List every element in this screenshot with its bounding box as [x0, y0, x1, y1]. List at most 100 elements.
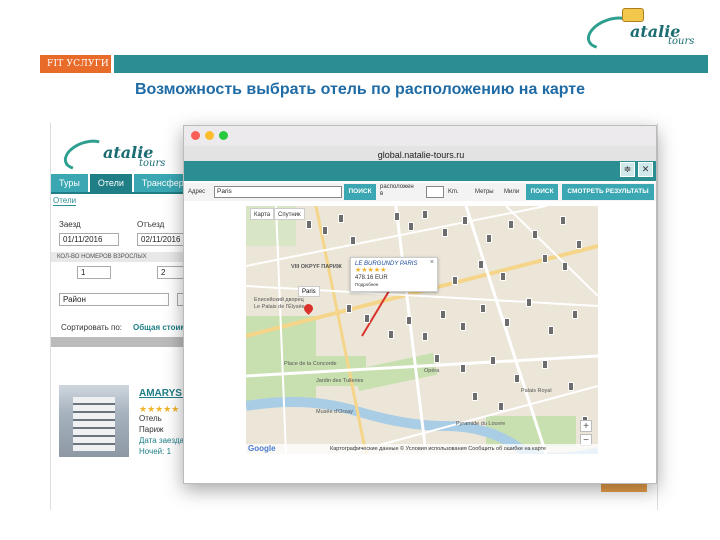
hotel-marker-icon[interactable]	[562, 262, 568, 271]
hotel-info-popup[interactable]: × LE BURGUNDY PARIS ★★★★★ 478.16 EUR Под…	[350, 257, 438, 292]
hotel-marker-icon[interactable]	[508, 220, 514, 229]
hotel-marker-icon[interactable]	[388, 330, 394, 339]
hotel-marker-icon[interactable]	[350, 236, 356, 245]
zoom-in-button[interactable]: +	[580, 420, 592, 432]
hotel-marker-icon[interactable]	[504, 318, 510, 327]
hotel-marker-icon[interactable]	[406, 316, 412, 325]
hotel-marker-icon[interactable]	[572, 310, 578, 319]
hotel-marker-icon[interactable]	[452, 276, 458, 285]
hotel-marker-icon[interactable]	[460, 322, 466, 331]
hotel-marker-icon[interactable]	[422, 332, 428, 341]
checkin-label: Заезд	[59, 220, 81, 229]
slide: atalie tours FIT УСЛУГИ Возможность выбр…	[0, 0, 720, 540]
hotel-marker-icon[interactable]	[500, 272, 506, 281]
maximize-dot-icon[interactable]	[219, 131, 228, 140]
popup-price: 478.16 EUR	[355, 275, 388, 281]
hotel-marker-icon[interactable]	[394, 212, 400, 221]
logo-crest-icon	[622, 8, 644, 22]
google-logo: Google	[248, 444, 276, 453]
hotel-marker-icon[interactable]	[346, 304, 352, 313]
window-toolbar	[184, 161, 656, 181]
district-select[interactable]: Район	[59, 293, 169, 306]
checkout-label: Отъезд	[137, 220, 165, 229]
hotel-marker-icon[interactable]	[408, 222, 414, 231]
miles-label[interactable]: Мили	[504, 189, 519, 196]
meters-label[interactable]: Метры	[475, 189, 494, 196]
sub-tab-hotels[interactable]: Отели	[53, 196, 77, 206]
hotel-marker-icon[interactable]	[576, 240, 582, 249]
hotel-marker-icon[interactable]	[486, 234, 492, 243]
hotel-marker-icon[interactable]	[498, 402, 504, 411]
sort-label: Сортировать по:	[61, 323, 123, 332]
hotel-marker-icon[interactable]	[514, 374, 520, 383]
hotel-marker-icon[interactable]	[526, 298, 532, 307]
map-label: Place de la Concorde	[284, 361, 337, 367]
km-label[interactable]: Km.	[448, 189, 459, 196]
map-popup-window: global.natalie-tours.ru ≑ ✕ Адрес Paris …	[183, 125, 657, 484]
map[interactable]: Карта Спутник Еписейский дворец Le Palai…	[246, 206, 598, 454]
map-label: Jardin des Tuileries	[316, 378, 364, 384]
map-label: Le Palais de l'Élysée	[254, 304, 305, 310]
map-canvas	[246, 206, 598, 454]
hotel-marker-icon[interactable]	[306, 220, 312, 229]
popup-close-icon[interactable]: ×	[430, 259, 434, 266]
close-icon[interactable]: ✕	[638, 162, 653, 177]
popup-details-link[interactable]: Подробнее	[355, 282, 433, 287]
header-bar	[114, 55, 708, 73]
address-input[interactable]: Paris	[214, 186, 342, 198]
hotel-date-label: Дата заезда	[139, 436, 184, 445]
map-label: Pyramide du Louvre	[456, 421, 506, 427]
map-type-map-tab[interactable]: Карта	[250, 208, 275, 220]
hotel-type: Отель	[139, 414, 162, 423]
address-label: Адрес	[188, 189, 206, 195]
site-logo: atalie tours	[59, 131, 183, 177]
hotel-marker-icon[interactable]	[338, 214, 344, 223]
hotel-marker-icon[interactable]	[440, 310, 446, 319]
hotel-marker-icon[interactable]	[548, 326, 554, 335]
hotel-marker-icon[interactable]	[364, 314, 370, 323]
map-label: Еписейский дворец	[254, 297, 304, 303]
hotel-marker-icon[interactable]	[568, 382, 574, 391]
section-label: FIT УСЛУГИ	[40, 55, 111, 73]
map-footer: Картографические данные © Условия исполь…	[246, 444, 598, 454]
tab-hotels[interactable]: Отели	[89, 174, 132, 192]
hotel-marker-icon[interactable]	[460, 364, 466, 373]
site-logo-subword: tours	[139, 158, 166, 169]
hotel-marker-icon[interactable]	[560, 216, 566, 225]
minimize-dot-icon[interactable]	[205, 131, 214, 140]
hotel-photo[interactable]	[59, 385, 129, 457]
checkin-field[interactable]: 01/11/2016	[59, 233, 119, 246]
hotel-marker-icon[interactable]	[472, 392, 478, 401]
rooms-select[interactable]: 1	[77, 266, 111, 279]
hotel-marker-icon[interactable]	[542, 254, 548, 263]
sort-value[interactable]: Общая стоим	[133, 323, 186, 332]
expand-icon[interactable]: ≑	[620, 162, 635, 177]
search-button[interactable]: ПОИСК	[344, 184, 376, 200]
map-label: VIII OKPYF ПАРИЖ	[291, 264, 342, 270]
tab-tours[interactable]: Туры	[51, 174, 88, 192]
hotel-marker-icon[interactable]	[422, 210, 428, 219]
hotel-marker-icon[interactable]	[532, 230, 538, 239]
hotel-marker-icon[interactable]	[322, 226, 328, 235]
hotel-marker-icon[interactable]	[542, 360, 548, 369]
close-dot-icon[interactable]	[191, 131, 200, 140]
hotel-marker-icon[interactable]	[490, 356, 496, 365]
map-search-tag: Paris	[298, 286, 320, 297]
search-button-2[interactable]: ПОИСК	[526, 184, 558, 200]
radius-input[interactable]	[426, 186, 444, 198]
hotel-marker-icon[interactable]	[480, 304, 486, 313]
logo-subword: tours	[668, 36, 695, 47]
map-type-satellite-tab[interactable]: Спутник	[274, 208, 305, 220]
hotel-marker-icon[interactable]	[442, 228, 448, 237]
hotel-marker-icon[interactable]	[434, 354, 440, 363]
show-results-button[interactable]: СМОТРЕТЬ РЕЗУЛЬТАТЫ	[562, 184, 654, 200]
window-titlebar	[184, 126, 656, 146]
hotel-nights: Ночей: 1	[139, 447, 172, 456]
hotel-marker-icon[interactable]	[462, 216, 468, 225]
popup-stars: ★★★★★	[355, 267, 387, 274]
hotel-marker-icon[interactable]	[478, 260, 484, 269]
slide-title: Возможность выбрать отель по расположени…	[134, 81, 586, 98]
radius-label: расположен в	[380, 184, 414, 197]
map-label: Opéra	[424, 368, 440, 374]
hotel-city: Париж	[139, 425, 164, 434]
